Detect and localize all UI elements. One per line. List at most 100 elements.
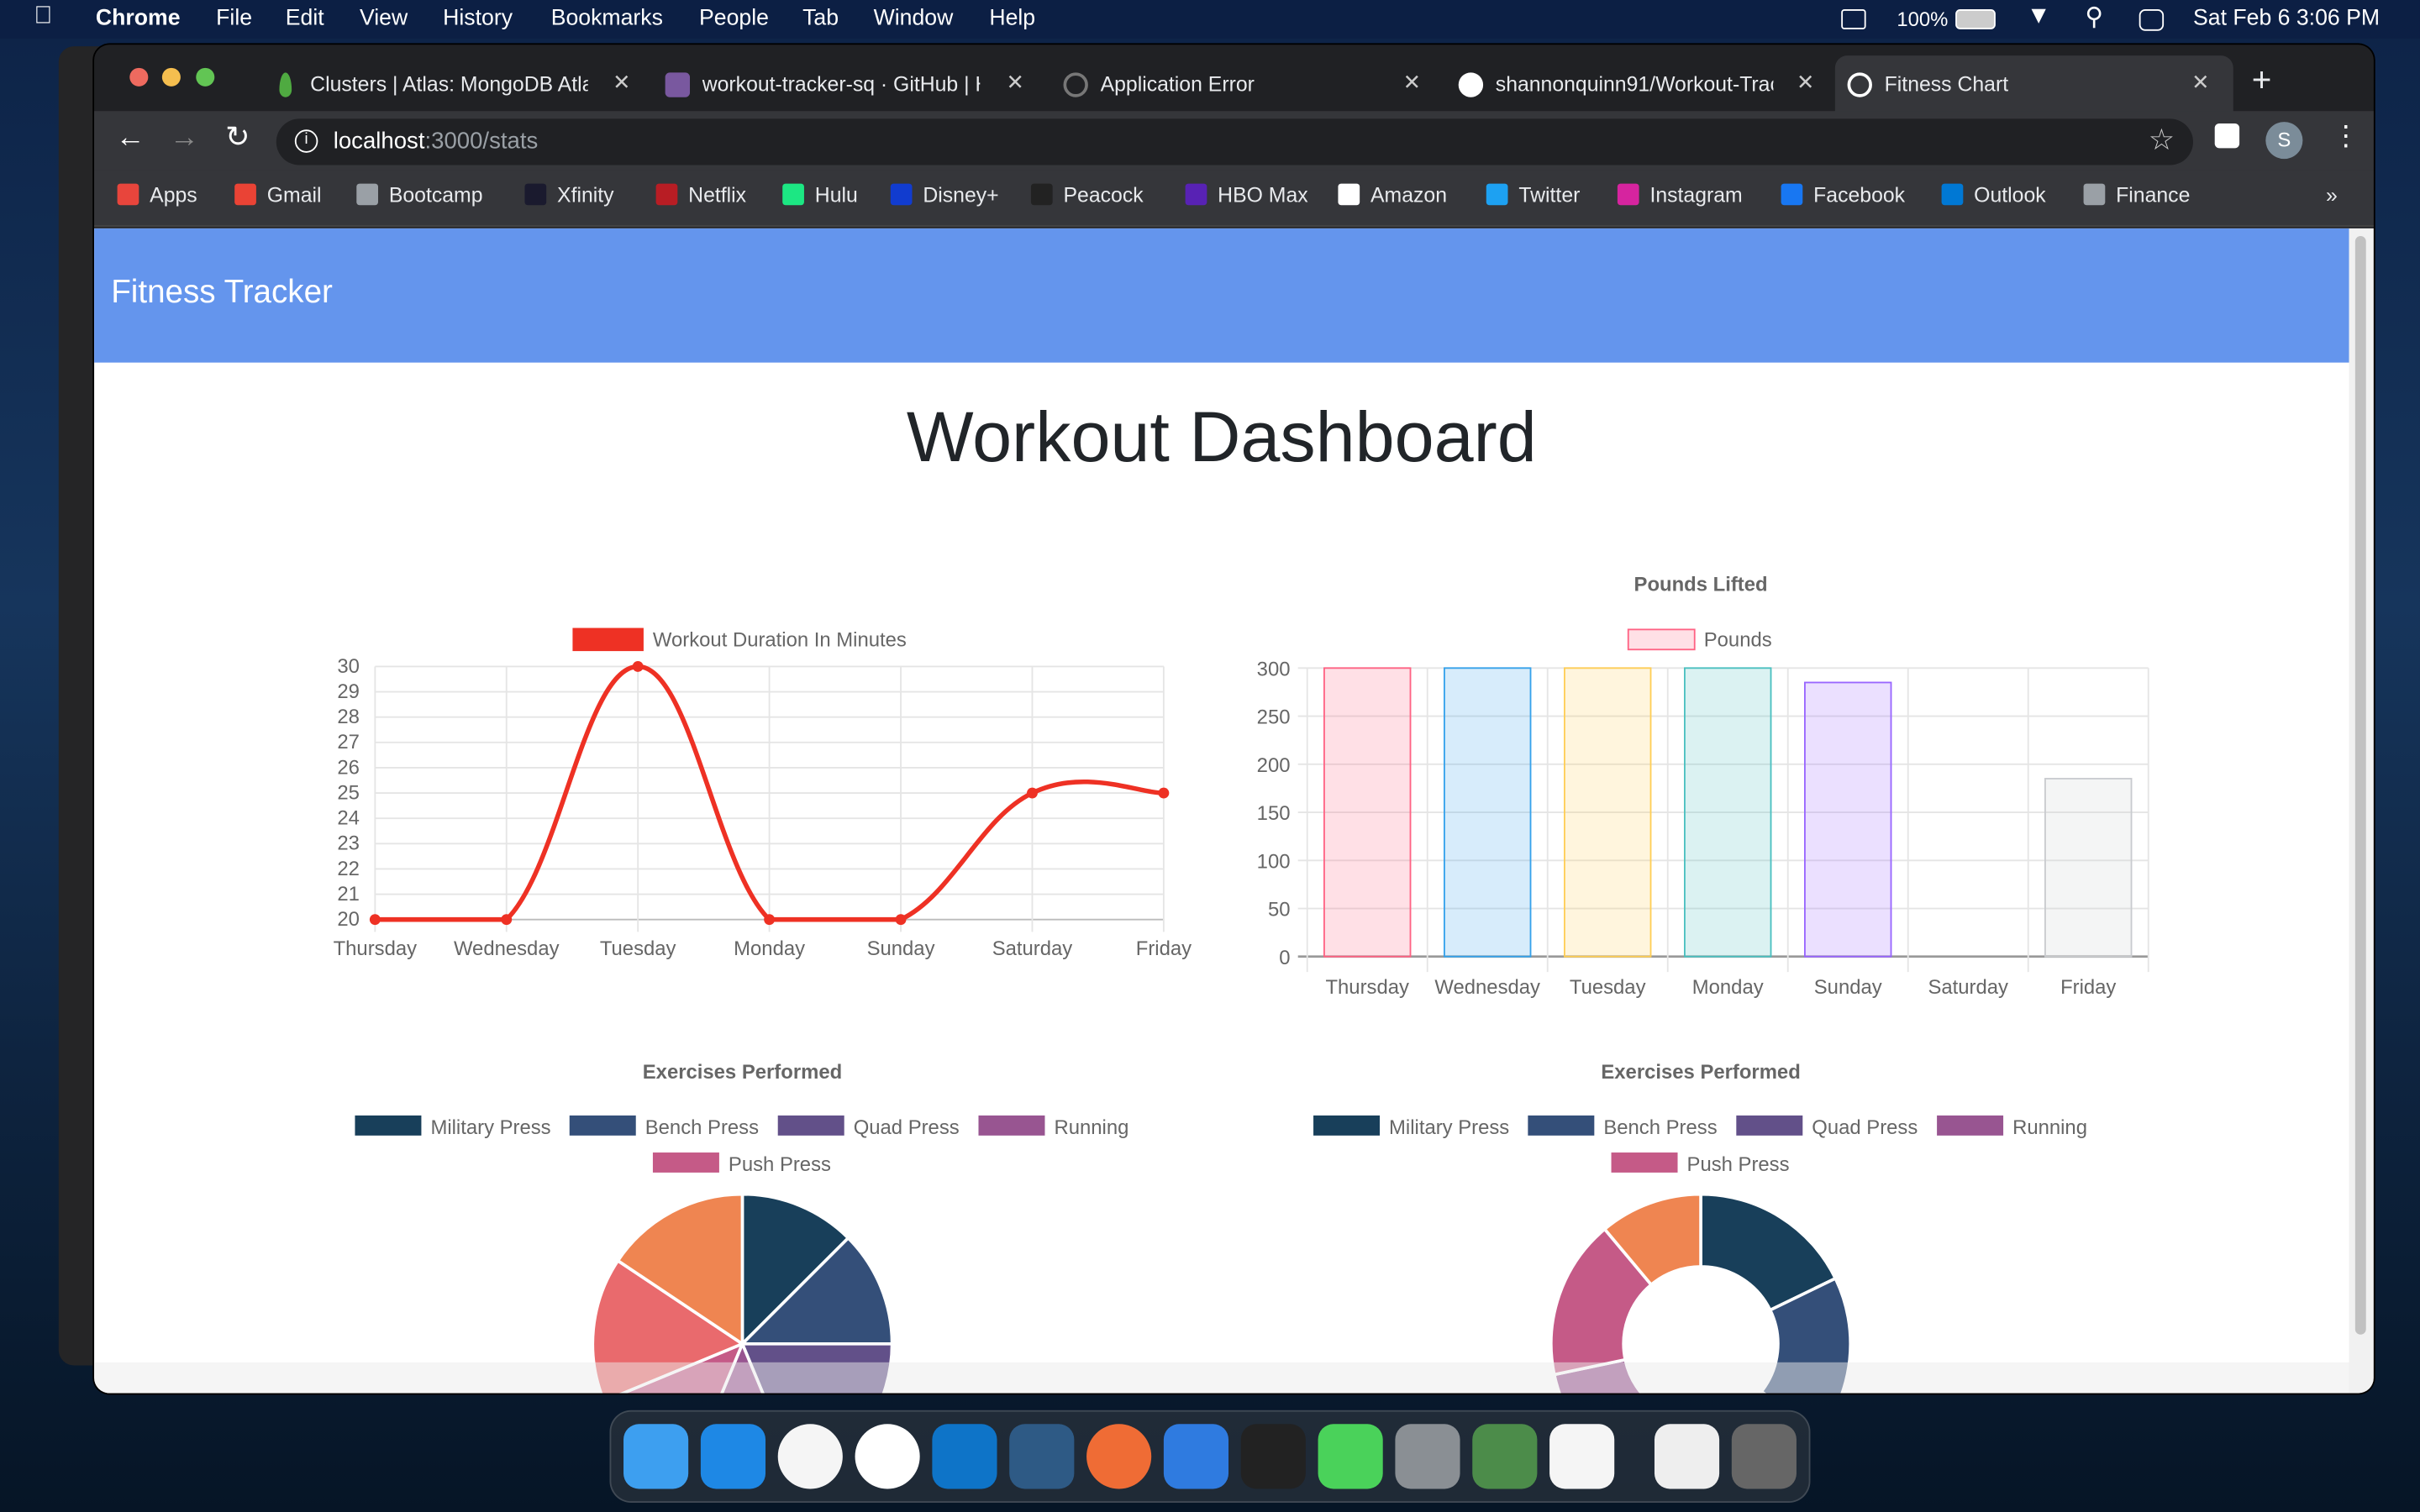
finder-icon[interactable] — [623, 1424, 689, 1489]
chart-title: Exercises Performed — [643, 1061, 842, 1084]
close-tab-icon[interactable]: ✕ — [1007, 70, 1025, 96]
tab-github-heroku[interactable]: workout-tracker-sq · GitHub | H ✕ — [653, 57, 1039, 113]
dock — [609, 1410, 1811, 1503]
messages-icon[interactable] — [1318, 1424, 1383, 1489]
globe-icon — [1847, 72, 1872, 97]
minimize-window-button[interactable] — [161, 67, 181, 87]
bookmark-facebook[interactable]: Facebook — [1781, 183, 1905, 207]
control-center-icon[interactable] — [2139, 9, 2165, 31]
xfinity-icon — [524, 183, 547, 206]
bookmark-label: Hulu — [814, 183, 858, 207]
apple-icon[interactable]:  — [34, 3, 52, 31]
close-window-button[interactable] — [129, 67, 149, 87]
robo3t-icon[interactable] — [1472, 1424, 1538, 1489]
chrome-menu-icon[interactable]: ⋮ — [2332, 120, 2360, 153]
menu-bookmarks[interactable]: Bookmarks — [551, 6, 663, 30]
keyboard-viewer-icon[interactable] — [1841, 9, 1866, 29]
data-point — [764, 914, 776, 926]
trash-icon[interactable] — [1731, 1424, 1797, 1489]
chrome-icon[interactable] — [777, 1424, 843, 1489]
bookmark-label: Peacock — [1063, 183, 1144, 207]
menu-tab[interactable]: Tab — [802, 6, 839, 30]
menu-edit[interactable]: Edit — [286, 6, 324, 30]
bookmark-finance[interactable]: Finance — [2083, 183, 2190, 207]
battery-icon[interactable] — [1955, 9, 1996, 29]
forward-icon[interactable]: → — [170, 122, 199, 155]
bookmark-label: Netflix — [688, 183, 747, 207]
menu-history[interactable]: History — [443, 6, 513, 30]
x-tick-label: Monday — [734, 937, 805, 960]
bookmarks-overflow-button[interactable]: » — [2326, 184, 2338, 207]
bookmark-star-icon[interactable]: ☆ — [2149, 123, 2175, 159]
hulu-icon — [782, 183, 804, 206]
gmail-icon — [234, 183, 256, 206]
x-tick-label: Sunday — [867, 937, 935, 960]
vscode-icon[interactable] — [932, 1424, 997, 1489]
menu-view[interactable]: View — [360, 6, 408, 30]
mysql-workbench-icon[interactable] — [1009, 1424, 1075, 1489]
data-point — [1158, 787, 1170, 799]
xcode-icon[interactable] — [1163, 1424, 1229, 1489]
back-icon[interactable]: ← — [116, 122, 145, 155]
bookmark-twitter[interactable]: Twitter — [1486, 183, 1580, 207]
scrollbar-thumb[interactable] — [2354, 236, 2366, 1335]
clock[interactable]: Sat Feb 6 3:06 PM — [2193, 6, 2380, 30]
tab-github-repo[interactable]: shannonquinn91/Workout-Tracker ✕ — [1446, 57, 1832, 113]
bar — [1443, 667, 1532, 958]
bookmark-netflix[interactable]: Netflix — [655, 183, 747, 207]
menu-file[interactable]: File — [216, 6, 252, 30]
address-bar[interactable]: i localhost:3000/stats ☆ — [276, 118, 2193, 165]
profile-avatar[interactable]: S — [2265, 122, 2303, 160]
tab-title: Fitness Chart — [1884, 72, 2009, 96]
wifi-icon[interactable]: ▼ — [2027, 3, 2051, 31]
extensions-puzzle-icon[interactable] — [2214, 123, 2240, 149]
bookmark-peacock[interactable]: Peacock — [1030, 183, 1144, 207]
tab-title: Application Error — [1100, 72, 1255, 96]
new-tab-button[interactable]: + — [2252, 60, 2283, 116]
bookmark-amazon[interactable]: Amazon — [1338, 183, 1447, 207]
slack-icon[interactable] — [855, 1424, 920, 1489]
tab-fitness-chart[interactable]: Fitness Chart ✕ — [1834, 55, 2233, 113]
bookmark-gmail[interactable]: Gmail — [234, 183, 322, 207]
pdf-document-icon[interactable] — [1654, 1424, 1720, 1489]
site-info-icon[interactable]: i — [294, 129, 318, 153]
x-tick-label: Tuesday — [1570, 976, 1646, 999]
textedit-icon[interactable] — [1549, 1424, 1615, 1489]
bookmark-hbo-max[interactable]: HBO Max — [1185, 183, 1308, 207]
legend-swatch — [355, 1115, 422, 1136]
bookmark-label: Gmail — [266, 183, 322, 207]
data-point — [501, 914, 513, 926]
bookmark-apps[interactable]: Apps — [117, 183, 197, 207]
spotlight-search-icon[interactable]: ⚲ — [2085, 2, 2103, 33]
postman-icon[interactable] — [1086, 1424, 1152, 1489]
safari-icon[interactable] — [700, 1424, 766, 1489]
close-tab-icon[interactable]: ✕ — [1403, 70, 1422, 96]
close-tab-icon[interactable]: ✕ — [613, 70, 631, 96]
charts-canvas: 2021222324252627282930Thursday Wednesday T… — [94, 573, 2349, 1394]
menu-app-name[interactable]: Chrome — [96, 6, 181, 30]
tab-application-error[interactable]: Application Error ✕ — [1051, 57, 1437, 113]
menu-window[interactable]: Window — [874, 6, 954, 30]
close-tab-icon[interactable]: ✕ — [1797, 70, 1815, 96]
bookmark-xfinity[interactable]: Xfinity — [524, 183, 614, 207]
bookmark-bootcamp[interactable]: Bootcamp — [356, 183, 483, 207]
tab-mongodb[interactable]: Clusters | Atlas: MongoDB Atlas ✕ — [260, 57, 642, 113]
bookmark-instagram[interactable]: Instagram — [1617, 183, 1743, 207]
scrollbar[interactable] — [2349, 228, 2374, 1394]
maximize-window-button[interactable] — [196, 67, 215, 87]
system-preferences-icon[interactable] — [1395, 1424, 1460, 1489]
terminal-icon[interactable] — [1240, 1424, 1306, 1489]
bookmark-label: Apps — [150, 183, 197, 207]
legend-swatch — [1611, 1152, 1678, 1173]
y-tick-label: 21 — [337, 883, 360, 906]
bookmark-outlook[interactable]: Outlook — [1941, 183, 2046, 207]
menu-people[interactable]: People — [699, 6, 769, 30]
close-tab-icon[interactable]: ✕ — [2191, 70, 2210, 96]
bookmark-disney-[interactable]: Disney+ — [890, 183, 999, 207]
y-tick-label: 0 — [1279, 947, 1290, 969]
menu-help[interactable]: Help — [989, 6, 1035, 30]
reload-icon[interactable]: ↻ — [225, 120, 250, 155]
github-icon — [1458, 72, 1484, 97]
bookmark-hulu[interactable]: Hulu — [782, 183, 858, 207]
legend-swatch — [1937, 1115, 2004, 1136]
